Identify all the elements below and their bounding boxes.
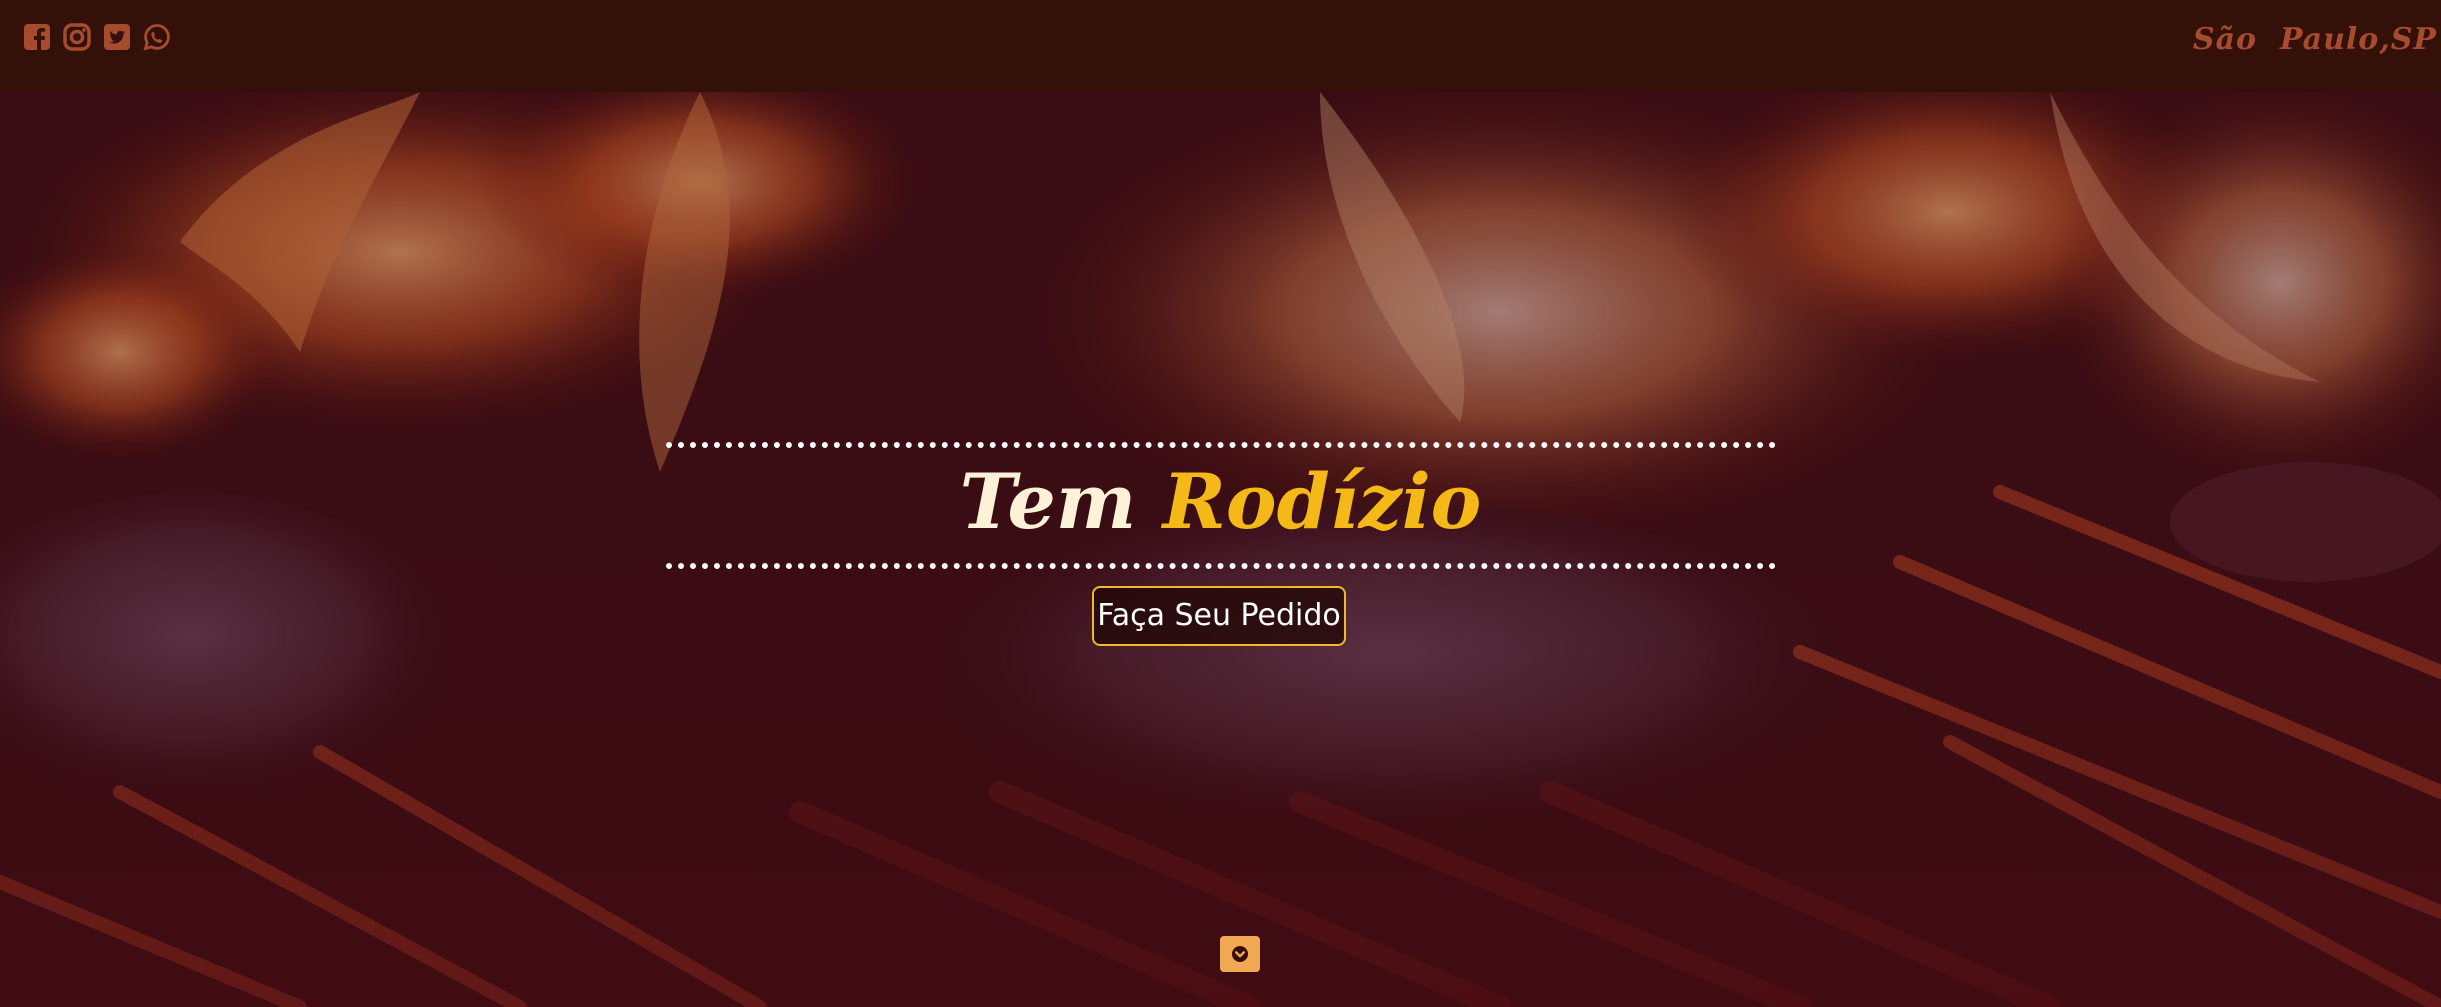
location-label: São Paulo,SP [2192,22,2437,57]
scroll-down-button[interactable] [1220,936,1260,972]
social-links [22,22,172,52]
hero-headline: Tem Rodízio [0,452,2441,552]
twitter-icon[interactable] [102,22,132,52]
headline-word-rodizio: Rodízio [1162,457,1482,546]
headline-word-tem: Tem [959,457,1137,546]
whatsapp-icon[interactable] [142,22,172,52]
instagram-icon[interactable] [62,22,92,52]
chevron-down-icon [1232,946,1248,962]
facebook-icon[interactable] [22,22,52,52]
hero-section: Tem Rodízio Faça Seu Pedido [0,92,2441,1007]
divider-top [666,442,1776,448]
top-bar: São Paulo,SP [0,0,2441,92]
divider-bottom [666,563,1776,569]
order-button[interactable]: Faça Seu Pedido [1092,586,1346,646]
